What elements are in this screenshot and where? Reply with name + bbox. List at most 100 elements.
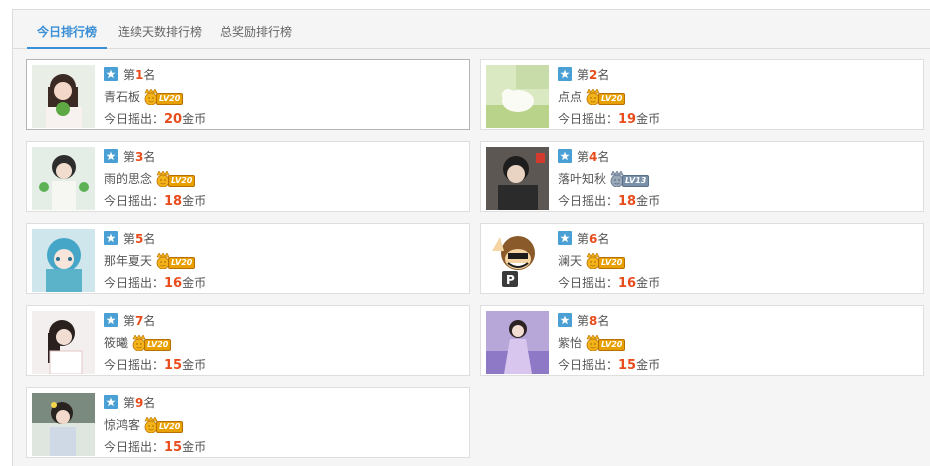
rank-prefix: 第	[123, 68, 136, 82]
avatar[interactable]	[32, 311, 95, 374]
ranking-card[interactable]: 第5名 那年夏天 LV20 今日摇出：16金币	[26, 223, 470, 294]
rank-suffix: 名	[143, 68, 156, 82]
coin-amount: 19	[618, 112, 637, 127]
ranking-card[interactable]: 第2名 点点 LV20 今日摇出：19金币	[480, 59, 924, 130]
user-name-line: 筱曦 LV20	[104, 335, 178, 351]
amount-line: 今日摇出：18金币	[104, 193, 206, 209]
star-icon	[558, 231, 572, 245]
amount-suffix: 金币	[182, 276, 207, 290]
user-name[interactable]: 那年夏天	[104, 254, 152, 268]
user-name[interactable]: 筱曦	[104, 336, 128, 350]
amount-suffix: 金币	[636, 112, 661, 126]
ranking-card[interactable]: 第9名惊鸿客 LV20 今日摇出：15金币	[26, 387, 470, 458]
user-name-line: 落叶知秋 LV13	[558, 171, 656, 187]
coin-amount: 18	[618, 194, 637, 209]
user-name[interactable]: 紫怡	[558, 336, 582, 350]
amount-suffix: 金币	[636, 276, 661, 290]
rank-suffix: 名	[597, 232, 610, 246]
rank-prefix: 第	[577, 150, 590, 164]
avatar[interactable]: P	[486, 229, 549, 292]
star-icon	[104, 67, 118, 81]
ranking-panel: 今日排行榜 连续天数排行榜 总奖励排行榜 第1名 青石板 LV20 今日摇出：20金币…	[12, 9, 930, 466]
ranking-card[interactable]: 第8名 紫怡 LV20 今日摇出：15金币	[480, 305, 924, 376]
amount-suffix: 金币	[636, 358, 661, 372]
avatar[interactable]	[486, 147, 549, 210]
coin-amount: 16	[164, 276, 183, 291]
level-badge-icon: LV20	[132, 335, 178, 351]
user-name[interactable]: 澜天	[558, 254, 582, 268]
star-icon	[558, 67, 572, 81]
user-name[interactable]: 点点	[558, 90, 582, 104]
amount-suffix: 金币	[182, 440, 207, 454]
amount-line: 今日摇出：15金币	[558, 357, 660, 373]
amount-prefix: 今日摇出：	[104, 112, 165, 126]
star-icon	[104, 395, 118, 409]
user-name[interactable]: 落叶知秋	[558, 172, 606, 186]
user-name[interactable]: 惊鸿客	[104, 418, 140, 432]
amount-prefix: 今日摇出：	[558, 194, 619, 208]
level-text: LV20	[168, 257, 196, 269]
ranking-card[interactable]: 第7名 筱曦 LV20 今日摇出：15金币	[26, 305, 470, 376]
tab-today-ranking[interactable]: 今日排行榜	[27, 10, 107, 49]
level-text: LV20	[156, 421, 184, 433]
avatar[interactable]	[32, 229, 95, 292]
amount-prefix: 今日摇出：	[104, 440, 165, 454]
level-text: LV20	[144, 339, 172, 351]
level-text: LV20	[598, 257, 626, 269]
level-text: LV20	[598, 93, 626, 105]
level-badge-icon: LV20	[156, 253, 202, 269]
rank-prefix: 第	[577, 314, 590, 328]
coin-amount: 15	[618, 358, 637, 373]
rank-prefix: 第	[577, 68, 590, 82]
user-name[interactable]: 青石板	[104, 90, 140, 104]
rank-label: 第9名	[104, 395, 155, 411]
rank-prefix: 第	[123, 314, 136, 328]
level-badge-icon: LV20	[586, 253, 632, 269]
ranking-card[interactable]: 第1名 青石板 LV20 今日摇出：20金币	[26, 59, 470, 130]
avatar[interactable]	[486, 65, 549, 128]
rank-label: 第4名	[558, 149, 609, 165]
coin-amount: 15	[164, 440, 183, 455]
amount-prefix: 今日摇出：	[558, 358, 619, 372]
level-text: LV20	[598, 339, 626, 351]
amount-prefix: 今日摇出：	[558, 112, 619, 126]
rank-prefix: 第	[123, 150, 136, 164]
star-icon	[104, 313, 118, 327]
level-badge-icon: LV20	[586, 89, 632, 105]
tab-consecutive-days-ranking[interactable]: 连续天数排行榜	[116, 10, 204, 48]
level-text: LV20	[168, 175, 196, 187]
svg-text:P: P	[506, 273, 515, 287]
user-name-line: 紫怡 LV20	[558, 335, 632, 351]
coin-amount: 15	[164, 358, 183, 373]
rank-suffix: 名	[597, 150, 610, 164]
amount-line: 今日摇出：20金币	[104, 111, 206, 127]
star-icon	[104, 231, 118, 245]
amount-prefix: 今日摇出：	[104, 358, 165, 372]
amount-suffix: 金币	[182, 194, 207, 208]
avatar[interactable]	[32, 65, 95, 128]
level-text: LV20	[156, 93, 184, 105]
user-name-line: 澜天 LV20	[558, 253, 632, 269]
rank-prefix: 第	[577, 232, 590, 246]
rank-suffix: 名	[143, 150, 156, 164]
level-badge-icon: LV20	[144, 89, 190, 105]
star-icon	[558, 149, 572, 163]
amount-suffix: 金币	[182, 112, 207, 126]
star-icon	[104, 149, 118, 163]
level-badge-icon: LV20	[144, 417, 190, 433]
tab-bar: 今日排行榜 连续天数排行榜 总奖励排行榜	[13, 10, 930, 49]
avatar[interactable]	[32, 393, 95, 456]
ranking-card[interactable]: P 第6名 澜天 LV20 今日摇出：16金币	[480, 223, 924, 294]
level-text: LV13	[622, 175, 650, 187]
avatar[interactable]	[486, 311, 549, 374]
user-name[interactable]: 雨的思念	[104, 172, 152, 186]
avatar[interactable]	[32, 147, 95, 210]
amount-suffix: 金币	[636, 194, 661, 208]
tab-total-reward-ranking[interactable]: 总奖励排行榜	[218, 10, 294, 48]
level-badge-icon: LV13	[610, 171, 656, 187]
level-badge-icon: LV20	[156, 171, 202, 187]
ranking-card[interactable]: 第4名 落叶知秋 LV13 今日摇出：18金币	[480, 141, 924, 212]
ranking-card[interactable]: 第3名 雨的思念 LV20 今日摇出：18金币	[26, 141, 470, 212]
amount-line: 今日摇出：15金币	[104, 439, 206, 455]
user-name-line: 点点 LV20	[558, 89, 632, 105]
